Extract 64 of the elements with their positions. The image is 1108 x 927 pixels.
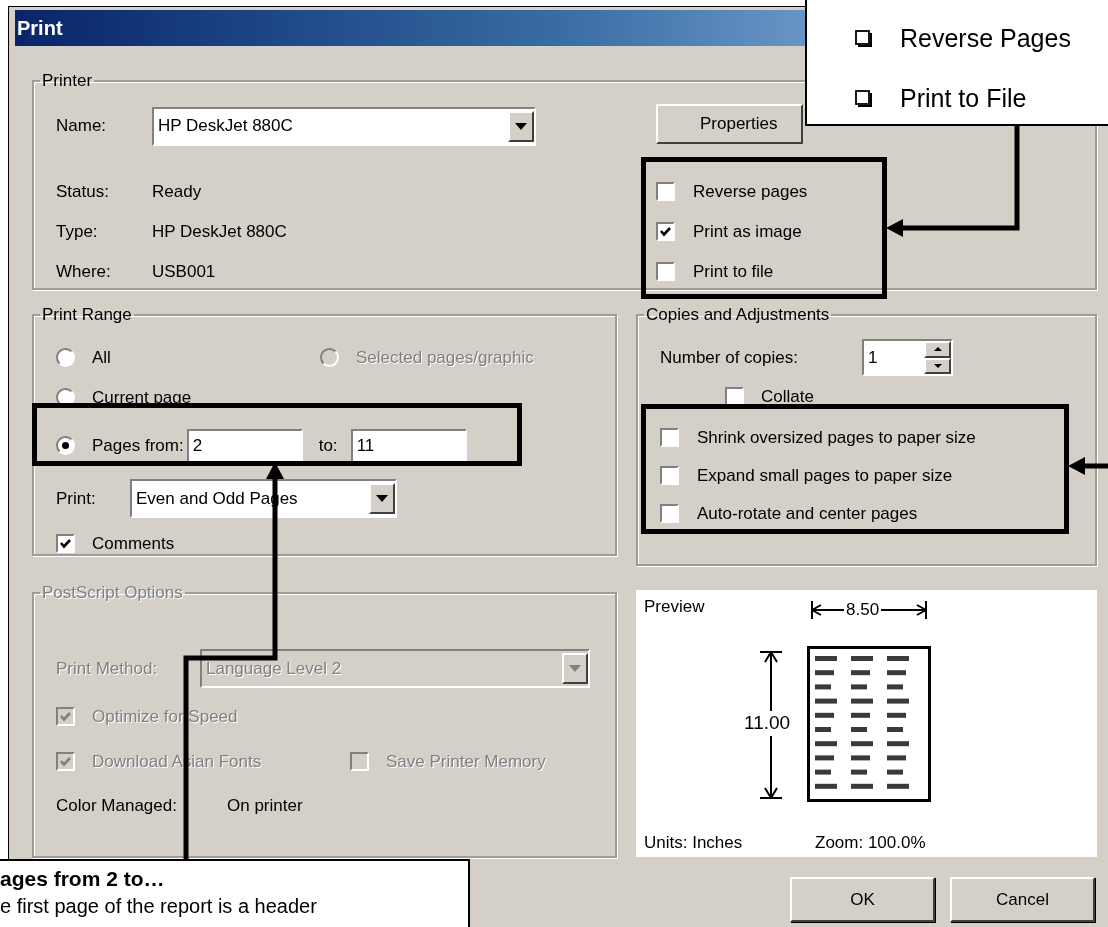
radio-label: Pages from: bbox=[92, 434, 184, 457]
radio-button[interactable] bbox=[56, 436, 75, 455]
info-value: USB001 bbox=[152, 260, 216, 283]
field-label: Name: bbox=[56, 116, 107, 136]
caret-icon bbox=[508, 110, 534, 142]
check-icon bbox=[59, 710, 72, 723]
info-label: Type: bbox=[56, 221, 98, 241]
info-value: Ready bbox=[152, 180, 202, 203]
callout-text: e first page of the report is a header bbox=[0, 894, 318, 918]
to-page-field[interactable]: 11 bbox=[350, 428, 467, 463]
field-label: Number of copies: bbox=[660, 347, 798, 367]
field-label: Print Method: bbox=[56, 658, 158, 678]
dimension-label: 11.00 bbox=[744, 712, 791, 733]
dialog-button[interactable]: OK bbox=[790, 877, 935, 922]
radio-label: Selected pages/graphic bbox=[356, 346, 534, 369]
spinner-icon[interactable] bbox=[924, 341, 951, 374]
group-label: Print Range bbox=[42, 305, 132, 324]
zoom-label: Zoom: 100.0% bbox=[815, 832, 926, 852]
info-value: On printer bbox=[227, 794, 303, 817]
checkbox-label: Auto-rotate and center pages bbox=[697, 502, 918, 525]
field-label: to: bbox=[318, 435, 338, 455]
bullet-box-icon bbox=[855, 90, 873, 108]
radio-label: All bbox=[92, 346, 111, 369]
copies-spin-field[interactable]: 1 bbox=[862, 339, 953, 376]
check-icon bbox=[59, 537, 72, 550]
field-label: Print: bbox=[56, 488, 96, 508]
window-title: Print bbox=[17, 16, 63, 41]
info-value: HP DeskJet 880C bbox=[152, 220, 287, 243]
callout-title: ages from 2 to… bbox=[0, 867, 166, 891]
caret-icon bbox=[562, 653, 588, 684]
checkbox-label: Collate bbox=[761, 385, 814, 408]
callout-item: Print to File bbox=[900, 83, 1027, 115]
check-icon bbox=[59, 755, 72, 768]
checkbox[interactable] bbox=[656, 262, 675, 281]
checkbox[interactable] bbox=[660, 504, 679, 523]
radio-button[interactable] bbox=[56, 348, 75, 367]
dimension-label: 8.50 bbox=[846, 600, 880, 619]
printer-dropdown[interactable]: HP DeskJet 880C bbox=[152, 106, 536, 146]
info-label: Color Managed: bbox=[56, 795, 177, 815]
group-label: Printer bbox=[42, 71, 93, 90]
checkbox[interactable] bbox=[56, 534, 75, 553]
checkbox-label: Shrink oversized pages to paper size bbox=[697, 426, 976, 449]
checkbox-label: Comments bbox=[92, 532, 175, 555]
checkbox[interactable] bbox=[660, 428, 679, 447]
checkbox-label: Expand small pages to paper size bbox=[697, 464, 953, 487]
info-label: Status: bbox=[56, 181, 109, 201]
units-label: Units: Inches bbox=[644, 832, 743, 852]
checkbox[interactable] bbox=[656, 182, 675, 201]
group-label: PostScript Options bbox=[42, 583, 183, 602]
checkbox[interactable] bbox=[660, 466, 679, 485]
preview-label: Preview bbox=[644, 597, 705, 616]
checkbox-label: Reverse pages bbox=[693, 180, 808, 203]
check-icon bbox=[659, 225, 672, 238]
group-label: Copies and Adjustments bbox=[646, 305, 830, 324]
from-page-field[interactable]: 2 bbox=[186, 428, 303, 463]
properties-button[interactable]: Properties bbox=[656, 103, 803, 144]
checkbox-label: Save Printer Memory bbox=[386, 750, 546, 773]
checkbox-label: Print as image bbox=[693, 220, 802, 243]
dialog-button[interactable]: Cancel bbox=[950, 877, 1095, 922]
bullet-box-icon bbox=[855, 30, 873, 48]
checkbox-label: Print to file bbox=[693, 260, 774, 283]
info-label: Where: bbox=[56, 261, 111, 281]
checkbox[interactable] bbox=[656, 222, 675, 241]
callout-item: Reverse Pages bbox=[900, 23, 1071, 55]
